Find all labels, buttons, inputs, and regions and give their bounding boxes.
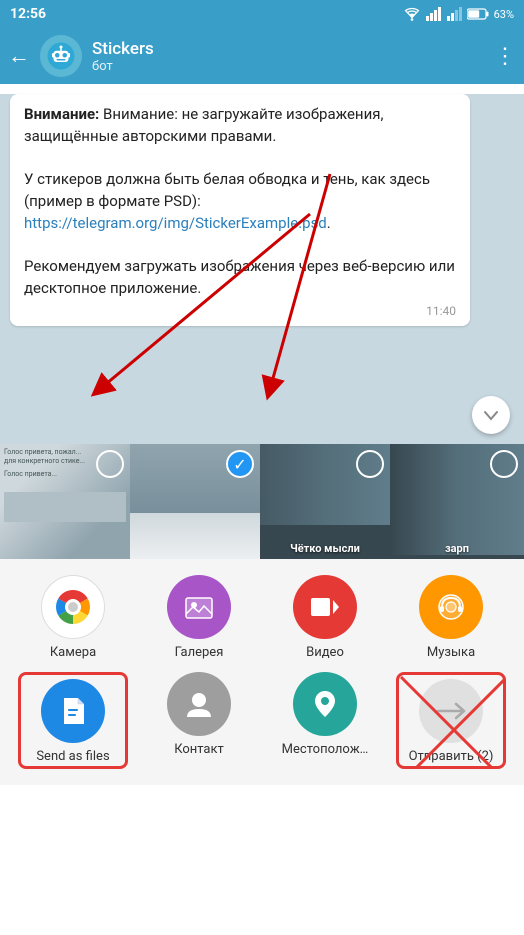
chevron-down-icon xyxy=(482,406,500,424)
location-icon-circle xyxy=(293,672,357,736)
app-item-contact[interactable]: Контакт xyxy=(144,672,254,769)
message-bubble: Внимание: Внимание: не загружайте изобра… xyxy=(10,94,470,326)
avatar xyxy=(40,35,82,77)
music-label: Музыка xyxy=(427,645,475,660)
more-button[interactable]: ⋮ xyxy=(494,44,516,69)
app-grid: Камера Галерея Видео xyxy=(0,559,524,785)
app-item-camera[interactable]: Камера xyxy=(18,575,128,660)
contact-icon-circle xyxy=(167,672,231,736)
send-icon-circle xyxy=(419,679,483,743)
media-check-3[interactable] xyxy=(356,450,384,478)
bot-avatar-icon xyxy=(46,41,76,71)
warning-bold: Внимание: xyxy=(24,105,99,123)
media-gallery-strip: Голос привета, пожал... для конкретного … xyxy=(0,444,524,559)
gallery-label: Галерея xyxy=(175,645,224,660)
camera-label: Камера xyxy=(50,645,96,660)
app-row-2: Send as files Контакт Местополож… xyxy=(0,666,524,775)
camera-icon-circle xyxy=(41,575,105,639)
contact-icon xyxy=(182,687,216,721)
status-bar: 12:56 63% xyxy=(0,0,524,28)
files-icon-circle xyxy=(41,679,105,743)
app-item-video[interactable]: Видео xyxy=(270,575,380,660)
music-icon xyxy=(434,590,468,624)
app-item-music[interactable]: Музыка xyxy=(396,575,506,660)
camera-icon xyxy=(52,586,94,628)
app-item-send[interactable]: Отправить (2) xyxy=(396,672,506,769)
chat-subtitle: бот xyxy=(92,59,484,74)
chat-area: Внимание: Внимание: не загружайте изобра… xyxy=(0,94,524,444)
msg-part2: У стикеров должна быть белая обводка и т… xyxy=(24,170,430,232)
chat-info: Stickers бот xyxy=(92,39,484,74)
message-time: 11:40 xyxy=(24,304,456,318)
psd-link[interactable]: https://telegram.org/img/StickerExample.… xyxy=(24,214,327,232)
location-icon xyxy=(308,687,342,721)
gallery-icon-circle xyxy=(167,575,231,639)
top-bar: ← Stickers бот ⋮ xyxy=(0,28,524,84)
gallery-icon xyxy=(182,590,216,624)
files-label: Send as files xyxy=(36,749,109,764)
msg-part4: Рекомендуем загружать изображения через … xyxy=(24,257,455,297)
media-item-3[interactable]: Чётко мысли xyxy=(260,444,390,559)
status-time: 12:56 xyxy=(10,6,46,22)
scroll-down-button[interactable] xyxy=(472,396,510,434)
crossed-out-x xyxy=(399,675,503,766)
music-icon-circle xyxy=(419,575,483,639)
files-icon xyxy=(56,694,90,728)
video-label: Видео xyxy=(306,645,344,660)
media-check-2[interactable]: ✓ xyxy=(226,450,254,478)
media-item-4[interactable]: зарп xyxy=(390,444,524,559)
contact-label: Контакт xyxy=(174,742,224,757)
message-text: Внимание: Внимание: не загружайте изобра… xyxy=(24,104,456,300)
media-label-4: зарп xyxy=(390,542,524,555)
media-item-1[interactable]: Голос привета, пожал... для конкретного … xyxy=(0,444,130,559)
send-label: Отправить (2) xyxy=(409,749,494,764)
battery-icon xyxy=(467,8,489,20)
video-icon-circle xyxy=(293,575,357,639)
video-icon xyxy=(308,590,342,624)
app-item-files[interactable]: Send as files xyxy=(18,672,128,769)
signal-icon xyxy=(425,7,441,21)
signal2-icon xyxy=(446,7,462,21)
chat-name: Stickers xyxy=(92,39,484,59)
battery-pct: 63% xyxy=(494,8,514,21)
media-check-1[interactable] xyxy=(96,450,124,478)
app-item-gallery[interactable]: Галерея xyxy=(144,575,254,660)
status-icons: 63% xyxy=(404,7,514,21)
media-item-2[interactable]: ✓ xyxy=(130,444,260,559)
media-check-4[interactable] xyxy=(490,450,518,478)
send-icon xyxy=(434,694,468,728)
media-label-3: Чётко мысли xyxy=(260,542,390,555)
location-label: Местополож… xyxy=(282,742,369,757)
back-button[interactable]: ← xyxy=(8,43,30,69)
app-row-1: Камера Галерея Видео xyxy=(0,569,524,666)
app-item-location[interactable]: Местополож… xyxy=(270,672,380,769)
wifi-icon xyxy=(404,7,420,21)
